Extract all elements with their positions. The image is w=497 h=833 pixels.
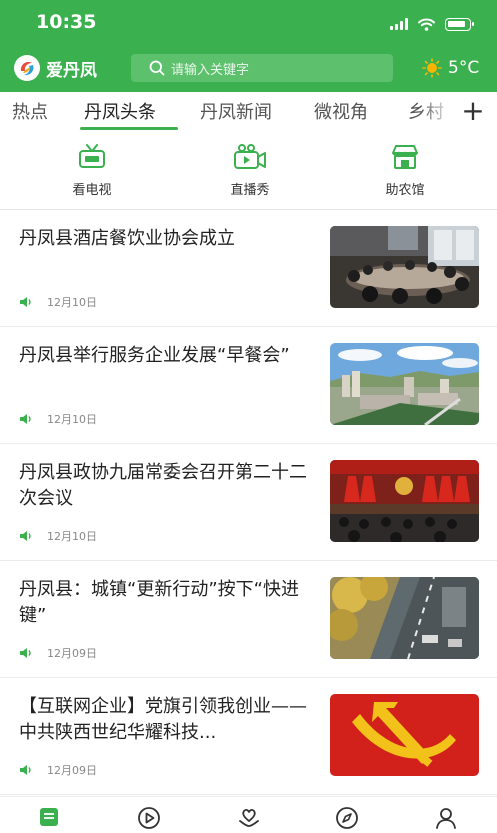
shortcut-live-show-label: 直播秀 — [230, 183, 270, 198]
wifi-icon — [418, 18, 435, 31]
news-title: 【互联网企业】党旗引领我创业——中共陕西世纪华耀科技... — [19, 696, 307, 743]
add-tab-button[interactable]: + — [456, 92, 490, 132]
app-bar: 爱丹凤 请输入关键字 5°C — [0, 46, 497, 92]
search-icon — [149, 60, 165, 76]
discover-icon — [336, 807, 358, 829]
video-camera-icon — [234, 144, 266, 169]
news-item[interactable]: 丹凤县举行服务企业发展“早餐会” 12月10日 — [0, 327, 497, 444]
city-aerial-photo — [330, 343, 479, 425]
tab-micro-view[interactable]: 微视角 — [314, 98, 368, 124]
conference-hall-photo — [330, 460, 479, 542]
news-date: 12月09日 — [47, 647, 97, 660]
street-photo — [330, 577, 479, 659]
speaker-icon — [20, 765, 31, 775]
news-title: 丹凤县举行服务企业发展“早餐会” — [19, 345, 290, 366]
tab-hot[interactable]: 热点 — [12, 98, 48, 124]
nav-video[interactable] — [136, 805, 162, 831]
sun-icon — [422, 58, 442, 78]
shortcut-watch-tv-label: 看电视 — [72, 183, 112, 198]
news-title: 丹凤县政协九届常委会召开第二十二次会议 — [19, 462, 307, 509]
service-icon — [239, 809, 259, 827]
app-name: 爱丹凤 — [46, 60, 97, 81]
shortcut-watch-tv[interactable]: 看电视 — [32, 140, 152, 198]
news-date: 12月09日 — [47, 764, 97, 777]
speaker-icon — [20, 531, 31, 541]
status-time: 10:35 — [36, 11, 97, 33]
temperature: 5°C — [448, 58, 480, 78]
search-placeholder: 请输入关键字 — [171, 62, 250, 78]
news-item[interactable]: 丹凤县：城镇“更新行动”按下“快进键” 12月09日 — [0, 561, 497, 678]
status-icons — [390, 16, 474, 32]
shortcut-live-show[interactable]: 直播秀 — [190, 140, 310, 198]
news-meta: 12月09日 — [19, 762, 97, 778]
shortcut-farm-help-label: 助农馆 — [385, 183, 425, 198]
shortcut-bar: 看电视 直播秀 助农馆 — [0, 140, 497, 208]
speaker-icon — [20, 648, 31, 658]
active-tab-indicator — [80, 127, 178, 130]
speaker-icon — [20, 414, 31, 424]
party-flag-photo — [330, 694, 479, 776]
news-title: 丹凤县：城镇“更新行动”按下“快进键” — [19, 579, 299, 626]
news-item[interactable]: 丹凤县酒店餐饮业协会成立 12月10日 — [0, 210, 497, 327]
news-meta: 12月10日 — [19, 294, 97, 310]
weather-widget[interactable]: 5°C — [422, 55, 479, 81]
news-date: 12月10日 — [47, 413, 97, 426]
channel-tabs: 热点 丹凤头条 丹凤新闻 微视角 乡村 + — [0, 92, 497, 132]
tab-danfeng-headlines[interactable]: 丹凤头条 — [84, 98, 156, 124]
news-title: 丹凤县酒店餐饮业协会成立 — [19, 228, 235, 249]
tab-danfeng-news[interactable]: 丹凤新闻 — [200, 98, 272, 124]
nav-home[interactable] — [37, 805, 63, 831]
app-header: 10:35 爱丹凤 请输入关键字 5°C — [0, 0, 497, 92]
logo-mark-icon — [14, 55, 40, 81]
shortcut-farm-help[interactable]: 助农馆 — [345, 140, 465, 198]
news-item[interactable]: 丹凤县政协九届常委会召开第二十二次会议 12月10日 — [0, 444, 497, 561]
signal-icon — [390, 18, 408, 30]
news-list: 丹凤县酒店餐饮业协会成立 12月10日 丹凤县举行服务企业发展“早餐会” 12月… — [0, 210, 497, 796]
nav-discover[interactable] — [334, 805, 360, 831]
speaker-icon — [20, 297, 31, 307]
news-date: 12月10日 — [47, 530, 97, 543]
news-item[interactable]: 【互联网企业】党旗引领我创业——中共陕西世纪华耀科技... 12月09日 — [0, 678, 497, 795]
meeting-room-photo — [330, 226, 479, 308]
news-date: 12月10日 — [47, 296, 97, 309]
bottom-nav — [0, 796, 497, 833]
nav-profile[interactable] — [433, 805, 459, 831]
home-icon — [40, 808, 58, 826]
search-input[interactable]: 请输入关键字 — [131, 54, 393, 82]
nav-service[interactable] — [236, 805, 262, 831]
news-meta: 12月10日 — [19, 411, 97, 427]
tv-icon — [79, 144, 105, 168]
profile-icon — [436, 808, 456, 829]
news-meta: 12月09日 — [19, 645, 97, 661]
store-icon — [392, 145, 418, 169]
status-bar: 10:35 — [0, 0, 497, 46]
news-meta: 12月10日 — [19, 528, 97, 544]
tabs-fade — [420, 92, 454, 132]
battery-icon — [445, 17, 474, 31]
app-logo[interactable]: 爱丹凤 — [14, 55, 97, 81]
video-play-icon — [138, 807, 160, 829]
